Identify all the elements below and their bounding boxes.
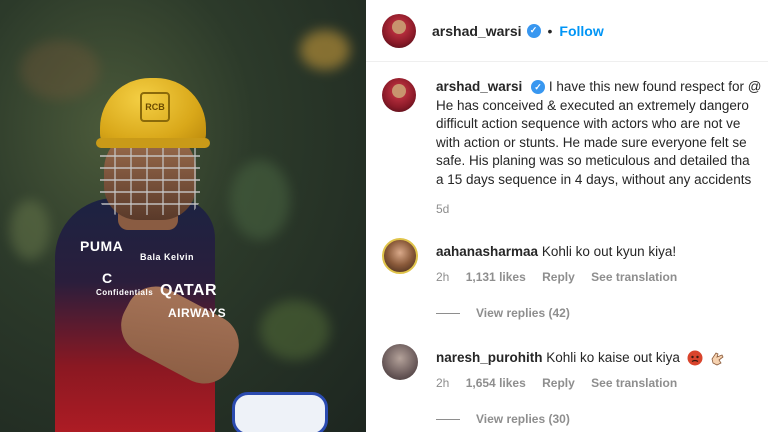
post-panel: arshad_warsi ✓ • Follow arshad_warsi ✓ I… — [366, 0, 768, 432]
background-bokeh — [230, 160, 290, 240]
comment-likes[interactable]: 1,131 likes — [466, 270, 526, 284]
angry-face-emoji-icon — [687, 350, 703, 366]
commenter-avatar[interactable] — [382, 344, 418, 380]
airways-logo: AIRWAYS — [168, 306, 227, 320]
background-bokeh — [20, 40, 100, 100]
caption-line-2: He has conceived & executed an extremely… — [436, 97, 749, 113]
commenter-avatar[interactable] — [382, 238, 418, 274]
follow-button[interactable]: Follow — [559, 23, 603, 39]
comment-time: 2h — [436, 270, 450, 284]
replies-line — [436, 312, 460, 314]
view-replies-button[interactable]: View replies (42) — [436, 306, 570, 320]
batting-glove — [232, 392, 328, 432]
separator-dot: • — [547, 22, 553, 39]
comment-time: 2h — [436, 376, 450, 390]
comment-meta: 2h 1,131 likes Reply See translation — [436, 270, 690, 284]
clap-hand-emoji-icon — [711, 352, 724, 366]
sponsor-logo: Bala Kelvin — [140, 252, 195, 262]
caption-text: arshad_warsi ✓ I have this new found res… — [436, 78, 768, 189]
commenter-username[interactable]: naresh_purohith — [436, 350, 543, 365]
caption-line-6: a 15 days sequence in 4 days, without an… — [436, 171, 752, 187]
verified-badge-icon: ✓ — [531, 80, 546, 95]
comment-likes[interactable]: 1,654 likes — [466, 376, 526, 390]
helmet-crest: RCB — [140, 92, 170, 122]
caption-line-1: I have this new found respect for @ — [548, 79, 762, 94]
comment-meta: 2h 1,654 likes Reply See translation — [436, 376, 690, 390]
caption-author-username[interactable]: arshad_warsi — [436, 79, 522, 94]
sponsor-mark: C — [102, 270, 113, 286]
reply-button[interactable]: Reply — [542, 270, 575, 284]
reply-button[interactable]: Reply — [542, 376, 575, 390]
helmet-brim — [96, 138, 210, 148]
caption-timestamp: 5d — [436, 202, 450, 216]
caption-line-4: with action or stunts. He made sure ever… — [436, 134, 747, 150]
caption-line-5: safe. His planing was so meticulous and … — [436, 153, 750, 168]
qatar-logo: QATAR — [160, 282, 218, 299]
see-translation-button[interactable]: See translation — [591, 270, 677, 284]
view-replies-label: View replies (42) — [476, 306, 570, 320]
author-avatar[interactable] — [382, 13, 416, 48]
background-bokeh — [300, 30, 350, 70]
author-username[interactable]: arshad_warsi — [432, 23, 522, 39]
background-bokeh — [260, 300, 330, 360]
comment-text: aahanasharmaa Kohli ko out kyun kiya! — [436, 244, 676, 259]
see-translation-button[interactable]: See translation — [591, 376, 677, 390]
puma-logo: PUMA — [80, 238, 124, 254]
sponsor-logo: Confidentials — [96, 288, 154, 297]
post-header: arshad_warsi ✓ • Follow — [366, 0, 768, 62]
view-replies-label: View replies (30) — [476, 412, 570, 426]
comment-text: naresh_purohith Kohli ko kaise out kiya — [436, 350, 725, 366]
commenter-username[interactable]: aahanasharmaa — [436, 244, 538, 259]
caption-line-3: difficult action sequence with actors wh… — [436, 116, 741, 131]
background-bokeh — [10, 200, 50, 260]
view-replies-button[interactable]: View replies (30) — [436, 412, 570, 426]
verified-badge-icon: ✓ — [526, 23, 541, 38]
post-photo[interactable]: RCB PUMA Bala Kelvin C Confidentials QAT… — [0, 0, 366, 432]
comment-body: Kohli ko kaise out kiya — [546, 350, 680, 365]
comment-body: Kohli ko out kyun kiya! — [541, 244, 677, 259]
replies-line — [436, 418, 460, 420]
caption-author-avatar[interactable] — [382, 78, 416, 112]
